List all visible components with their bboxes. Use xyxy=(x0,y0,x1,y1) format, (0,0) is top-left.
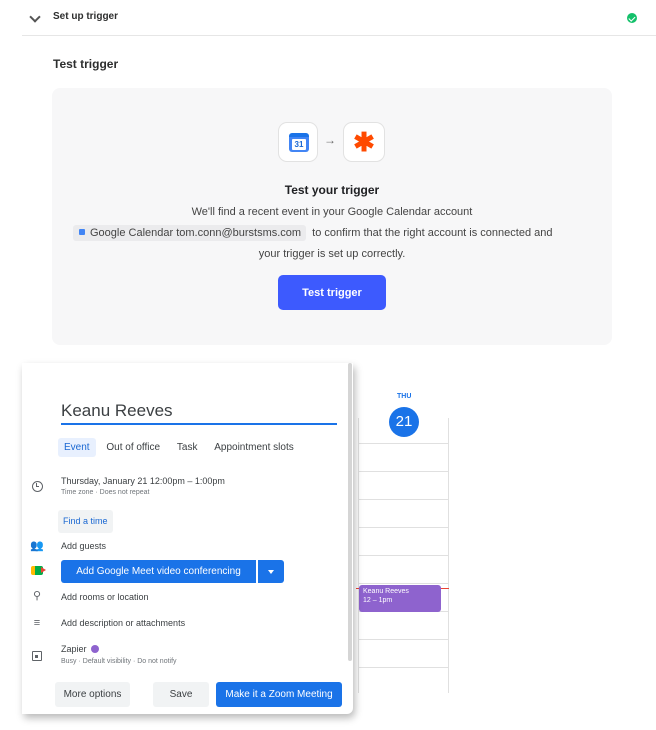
account-chip: Google Calendar tom.conn@burstsms.com xyxy=(73,225,307,241)
calendar-screenshot: THU 21 Keanu Reeves 12 – 1pm Keanu Reeve… xyxy=(22,363,456,723)
day-label: THU xyxy=(397,393,412,400)
calendar-color-dot xyxy=(90,645,99,653)
google-meet-icon xyxy=(31,566,46,575)
description-icon: ≡ xyxy=(33,617,41,629)
grid-line xyxy=(358,667,448,668)
calendar-subtext[interactable]: Busy · Default visibility · Do not notif… xyxy=(61,658,177,665)
test-description-line-2: Google Calendar tom.conn@burstsms.com to… xyxy=(73,225,552,241)
step-header[interactable]: Set up trigger xyxy=(22,0,656,36)
event-date-time[interactable]: Thursday, January 21 12:00pm – 1:00pm xyxy=(61,476,225,486)
calendar-selector[interactable]: Zapier xyxy=(61,644,99,654)
add-google-meet-button[interactable]: Add Google Meet video conferencing xyxy=(61,560,256,583)
zapier-logo-icon: ✱ xyxy=(353,127,375,157)
test-heading: Test your trigger xyxy=(284,183,380,197)
meet-dropdown-button[interactable] xyxy=(258,560,284,583)
calendar-icon xyxy=(32,651,42,661)
grid-line xyxy=(358,443,448,444)
save-button[interactable]: Save xyxy=(153,682,209,707)
panel-scrollbar[interactable] xyxy=(347,363,353,668)
event-chip-title: Keanu Reeves xyxy=(363,588,409,595)
grid-line xyxy=(358,471,448,472)
calendar-day-number: 31 xyxy=(292,139,306,150)
clock-icon xyxy=(32,481,43,492)
tab-out-of-office[interactable]: Out of office xyxy=(100,438,166,457)
grid-line xyxy=(448,418,449,693)
tab-event[interactable]: Event xyxy=(58,438,96,457)
zoom-meeting-button[interactable]: Make it a Zoom Meeting xyxy=(216,682,342,707)
event-type-tabs: Event Out of office Task Appointment slo… xyxy=(58,438,302,460)
more-options-button[interactable]: More options xyxy=(55,682,130,707)
google-calendar-mini-icon xyxy=(79,229,85,235)
google-calendar-icon: 31 xyxy=(289,133,309,152)
test-trigger-button[interactable]: Test trigger xyxy=(278,275,386,310)
day-number[interactable]: 21 xyxy=(389,407,419,437)
zapier-app-icon: ✱ xyxy=(343,122,385,162)
event-title-input[interactable]: Keanu Reeves xyxy=(61,401,337,425)
app-icons: 31 → ✱ xyxy=(52,122,612,162)
test-trigger-card: 31 → ✱ Test your trigger We'll find a re… xyxy=(52,88,612,345)
add-rooms-field[interactable]: Add rooms or location xyxy=(61,592,149,602)
google-calendar-app-icon: 31 xyxy=(278,122,318,162)
arrow-right-icon: → xyxy=(324,133,336,147)
test-description-line-1: We'll find a recent event in your Google… xyxy=(191,206,473,218)
scrollbar-thumb[interactable] xyxy=(348,363,352,661)
event-chip[interactable]: Keanu Reeves 12 – 1pm xyxy=(359,585,441,612)
chevron-down-icon[interactable] xyxy=(29,11,41,23)
add-description-field[interactable]: Add description or attachments xyxy=(61,618,185,628)
grid-line xyxy=(358,527,448,528)
guests-icon: 👥 xyxy=(30,540,44,552)
grid-line xyxy=(358,583,448,584)
account-chip-label: Google Calendar tom.conn@burstsms.com xyxy=(90,227,302,239)
calendar-name: Zapier xyxy=(61,644,87,654)
find-a-time-button[interactable]: Find a time xyxy=(58,510,113,533)
grid-line xyxy=(358,499,448,500)
grid-line xyxy=(358,555,448,556)
section-title: Test trigger xyxy=(53,57,119,71)
tab-task[interactable]: Task xyxy=(171,438,204,457)
event-chip-time: 12 – 1pm xyxy=(363,597,393,604)
location-pin-icon: ⚲ xyxy=(32,590,42,602)
tab-appointment-slots[interactable]: Appointment slots xyxy=(208,438,300,457)
grid-line xyxy=(358,639,448,640)
add-guests-field[interactable]: Add guests xyxy=(61,541,106,551)
test-description-line-2-text: to confirm that the right account is con… xyxy=(312,227,553,239)
event-edit-panel: Keanu Reeves Event Out of office Task Ap… xyxy=(22,363,353,714)
calendar-grid: THU 21 Keanu Reeves 12 – 1pm xyxy=(353,363,449,693)
event-date-subtext[interactable]: Time zone · Does not repeat xyxy=(61,489,149,496)
test-description-line-3: your trigger is set up correctly. xyxy=(258,248,406,260)
check-circle-icon xyxy=(627,13,637,23)
step-title: Set up trigger xyxy=(53,11,119,22)
